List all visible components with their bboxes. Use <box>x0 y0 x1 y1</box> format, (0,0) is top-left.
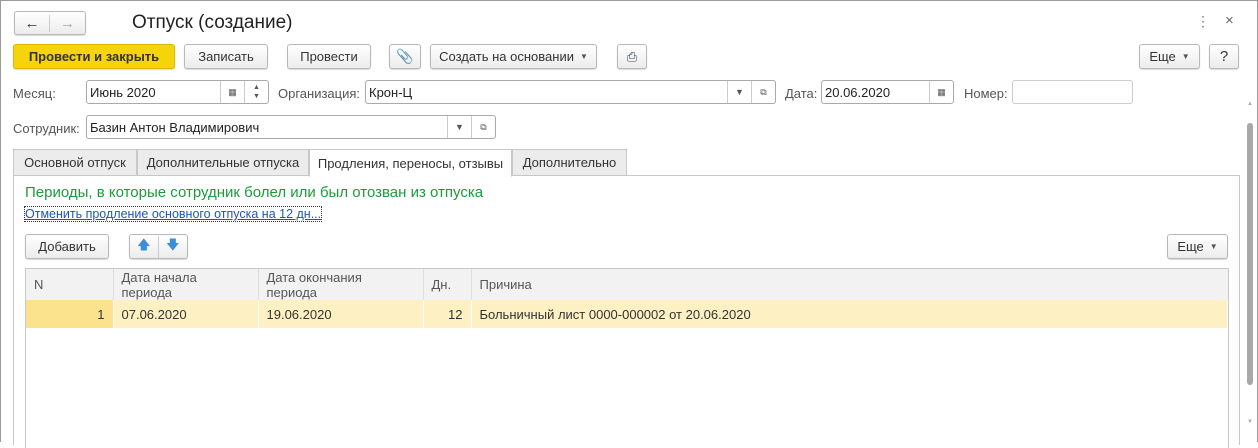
month-label: Месяц: <box>13 86 56 101</box>
chevron-down-icon: ▼ <box>1181 52 1190 61</box>
move-buttons: 🡅 🡇 <box>129 234 188 259</box>
cell-start: 07.06.2020 <box>113 300 259 328</box>
month-value: Июнь 2020 <box>90 84 156 100</box>
chevron-down-icon[interactable]: ▼ <box>447 116 471 138</box>
table-row[interactable]: 1 07.06.2020 19.06.2020 12 Больничный ли… <box>26 300 1228 328</box>
back-icon[interactable]: ← <box>15 14 51 32</box>
scrollbar[interactable]: ▲ ▼ <box>1246 101 1254 443</box>
col-days[interactable]: Дн. <box>423 269 472 300</box>
col-n[interactable]: N <box>26 269 114 300</box>
open-icon[interactable]: ⧉ <box>471 116 495 138</box>
window-title: Отпуск (создание) <box>132 12 293 33</box>
create-based-label: Создать на основании <box>439 49 574 64</box>
forward-icon[interactable]: → <box>50 15 85 32</box>
col-reason[interactable]: Причина <box>471 269 1228 300</box>
cancel-extension-link[interactable]: Отменить продление основного отпуска на … <box>23 206 323 222</box>
document-window: ← → Отпуск (создание) ⋮ × Провести и зак… <box>0 0 1258 448</box>
calendar-icon[interactable]: ▦ <box>220 81 244 103</box>
org-label: Организация: <box>278 86 361 101</box>
month-field[interactable]: Июнь 2020 ▦ ▲ ▼ <box>86 80 269 104</box>
table-header: N Дата начала периода Дата окончания пер… <box>26 269 1228 300</box>
panel-heading: Периоды, в которые сотрудник болел или б… <box>25 184 484 201</box>
print-button[interactable]: ⎙ <box>617 44 647 69</box>
number-label: Номер: <box>964 86 1008 101</box>
col-start[interactable]: Дата начала периода <box>113 269 259 300</box>
org-value: Крон-Ц <box>369 84 413 100</box>
chevron-down-icon: ▼ <box>579 52 588 61</box>
employee-value: Базин Антон Владимирович <box>90 119 260 135</box>
org-field[interactable]: Крон-Ц ▼ ⧉ <box>365 80 776 104</box>
post-and-close-button[interactable]: Провести и закрыть <box>13 44 175 69</box>
number-field[interactable] <box>1012 80 1133 104</box>
date-label: Дата: <box>785 86 818 101</box>
calendar-icon[interactable]: ▦ <box>929 81 953 103</box>
more-label: Еще <box>1177 239 1204 254</box>
scrollbar-thumb[interactable] <box>1247 123 1253 385</box>
cell-days: 12 <box>423 300 472 328</box>
chevron-down-icon: ▼ <box>1209 242 1218 251</box>
more-label: Еще <box>1149 49 1176 64</box>
help-button[interactable]: ? <box>1209 44 1239 69</box>
periods-table: N Дата начала периода Дата окончания пер… <box>25 268 1229 448</box>
date-field[interactable]: 20.06.2020 ▦ <box>821 80 954 104</box>
more-button[interactable]: Еще ▼ <box>1139 44 1200 69</box>
post-button[interactable]: Провести <box>287 44 371 69</box>
paperclip-icon: 📎 <box>396 48 414 64</box>
arrow-up-icon[interactable]: 🡅 <box>130 235 159 258</box>
tab-main-vacation[interactable]: Основной отпуск <box>13 149 137 176</box>
create-based-button[interactable]: Создать на основании ▼ <box>430 44 597 69</box>
printer-icon: ⎙ <box>626 48 638 64</box>
col-end[interactable]: Дата окончания периода <box>258 269 424 300</box>
close-icon[interactable]: × <box>1225 12 1234 29</box>
save-button[interactable]: Записать <box>184 44 268 69</box>
employee-field[interactable]: Базин Антон Владимирович ▼ ⧉ <box>86 115 496 139</box>
chevron-down-icon[interactable]: ▼ <box>727 81 751 103</box>
nav-buttons: ← → <box>14 11 86 35</box>
tab-additional[interactable]: Дополнительно <box>512 149 627 176</box>
add-button[interactable]: Добавить <box>25 234 109 259</box>
month-stepper[interactable]: ▲ ▼ <box>244 81 268 103</box>
table-more-button[interactable]: Еще ▼ <box>1167 234 1228 259</box>
cell-reason: Больничный лист 0000-000002 от 20.06.202… <box>471 300 1228 328</box>
cell-end: 19.06.2020 <box>258 300 424 328</box>
cell-n: 1 <box>26 300 114 328</box>
attach-button[interactable]: 📎 <box>389 44 421 69</box>
scroll-up-icon[interactable]: ▲ <box>1247 101 1253 107</box>
open-icon[interactable]: ⧉ <box>751 81 775 103</box>
arrow-down-icon[interactable]: 🡇 <box>159 236 187 258</box>
tab-additional-vacations[interactable]: Дополнительные отпуска <box>137 149 309 176</box>
scroll-down-icon[interactable]: ▼ <box>1247 419 1253 425</box>
tab-extensions[interactable]: Продления, переносы, отзывы <box>309 149 512 177</box>
date-value: 20.06.2020 <box>825 84 891 100</box>
more-vert-icon[interactable]: ⋮ <box>1196 13 1210 30</box>
employee-label: Сотрудник: <box>13 121 80 136</box>
